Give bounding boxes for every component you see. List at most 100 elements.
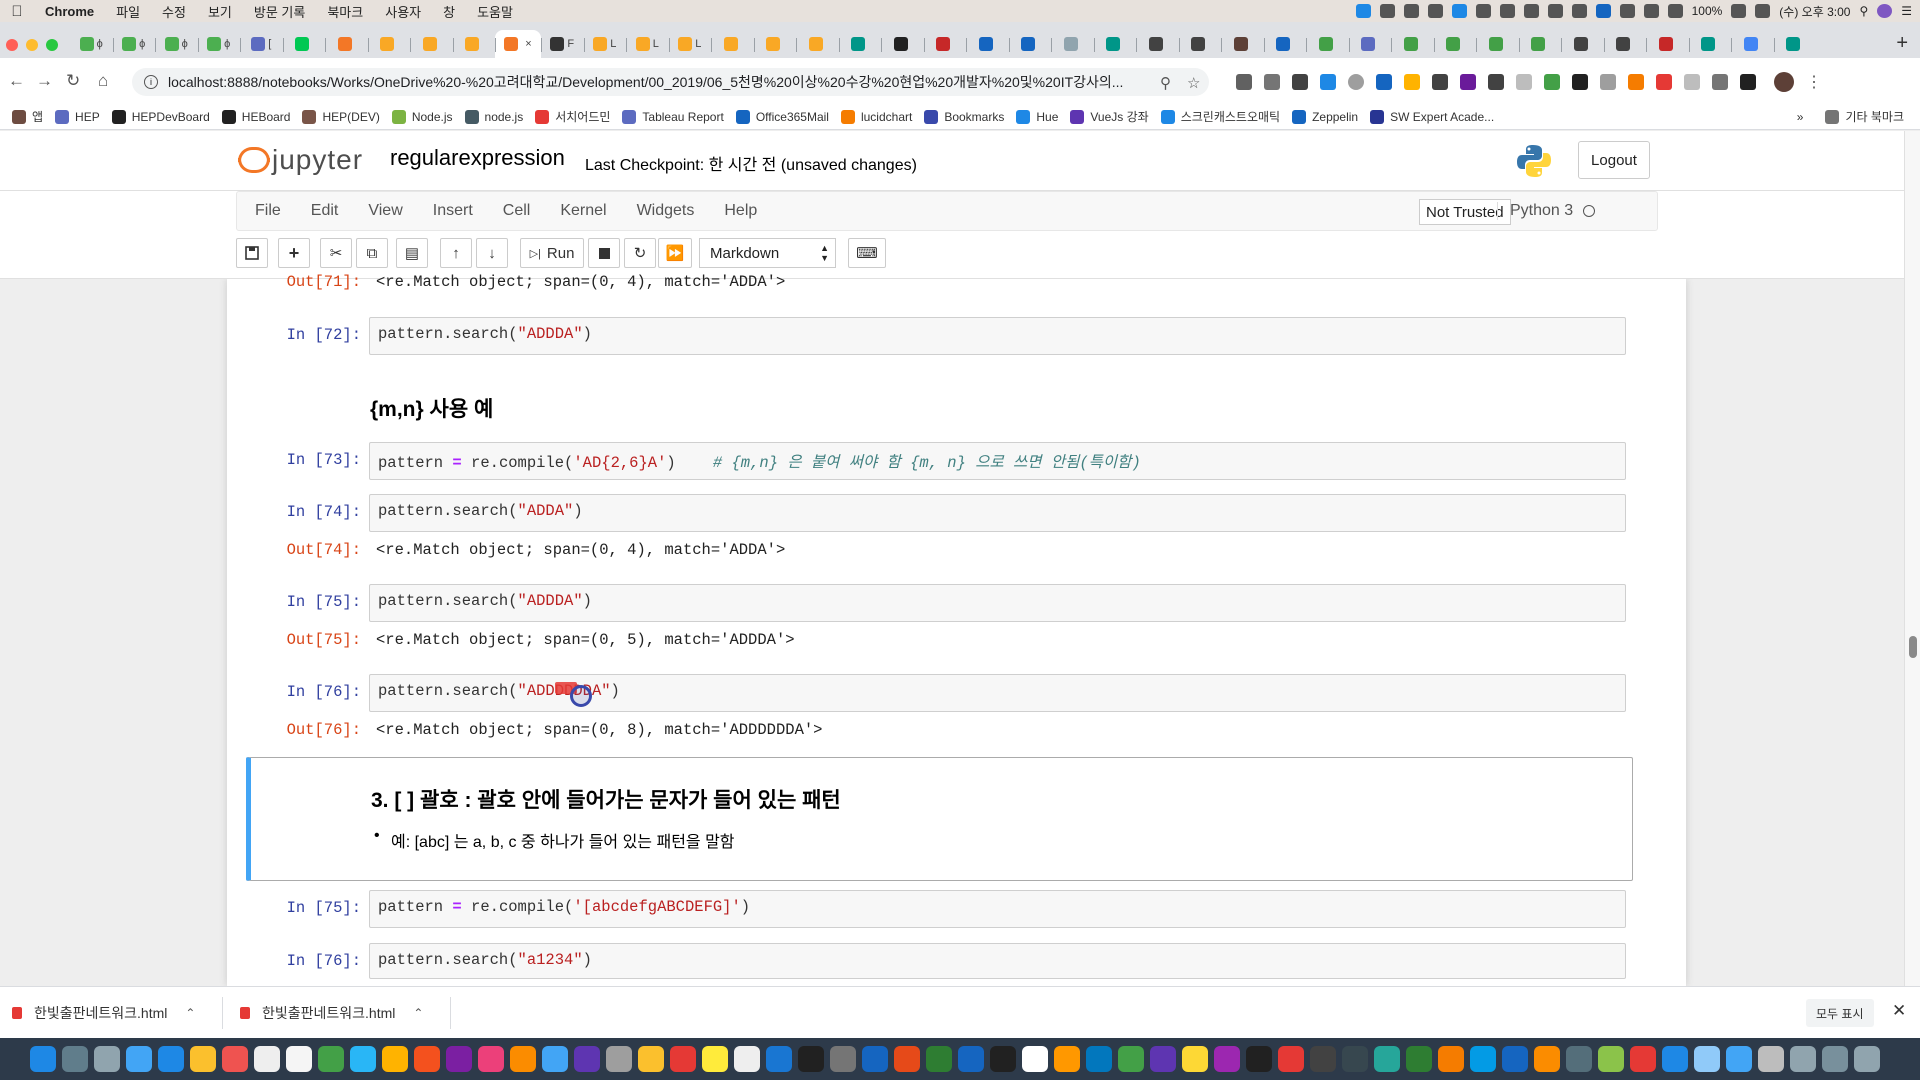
run-button[interactable]: ▷| Run — [520, 238, 584, 268]
bookmark-item[interactable]: 서치어드민 — [535, 108, 610, 125]
browser-tab[interactable] — [1306, 30, 1349, 58]
download-item[interactable]: 한빛출판네트워크.html ⌃ — [12, 1003, 195, 1023]
code-cell[interactable]: pattern = re.compile('[abcdefgABCDEFG]') — [369, 890, 1626, 928]
browser-tab[interactable] — [1518, 30, 1562, 58]
apple-icon[interactable]:  — [0, 3, 34, 20]
bookmark-item[interactable]: Bookmarks — [924, 109, 1004, 124]
status-icon[interactable] — [1523, 4, 1539, 18]
dock-app-icon[interactable] — [1022, 1046, 1048, 1072]
dock-app-icon[interactable] — [126, 1046, 152, 1072]
browser-tab[interactable] — [1646, 30, 1689, 58]
status-icon[interactable] — [1475, 4, 1491, 18]
extension-icon[interactable] — [1320, 74, 1336, 90]
browser-tab[interactable]: L — [583, 30, 627, 58]
browser-tab[interactable] — [753, 30, 797, 58]
browser-tab[interactable]: L — [626, 30, 669, 58]
browser-tab[interactable] — [1773, 30, 1817, 58]
dock-app-icon[interactable] — [1054, 1046, 1080, 1072]
browser-tab[interactable]: ϕ — [70, 30, 113, 58]
reload-icon[interactable]: ↻ — [66, 71, 80, 91]
extension-icon[interactable] — [1404, 74, 1420, 90]
dock-app-icon[interactable] — [382, 1046, 408, 1072]
spotlight-icon[interactable]: ⚲ — [1859, 4, 1868, 18]
dock-app-icon[interactable] — [1470, 1046, 1496, 1072]
dock-app-icon[interactable] — [958, 1046, 984, 1072]
browser-tab[interactable]: L — [668, 30, 712, 58]
browser-tab[interactable]: ϕ — [112, 30, 156, 58]
command-palette-button[interactable]: ⌨ — [848, 238, 886, 268]
dock-app-icon[interactable] — [670, 1046, 696, 1072]
address-bar[interactable]: i localhost:8888/notebooks/Works/OneDriv… — [132, 68, 1209, 96]
dock-app-icon[interactable] — [862, 1046, 888, 1072]
bookmark-item[interactable]: Office365Mail — [735, 109, 829, 124]
dock-app-icon[interactable] — [990, 1046, 1016, 1072]
battery-icon[interactable] — [1731, 4, 1747, 18]
bookmark-item[interactable]: Hue — [1016, 109, 1058, 124]
dock-app-icon[interactable] — [1854, 1046, 1880, 1072]
dock-app-icon[interactable] — [1534, 1046, 1560, 1072]
battery-percent[interactable]: 100% — [1692, 4, 1723, 18]
bookmark-item[interactable]: Tableau Report — [622, 109, 724, 124]
browser-tab[interactable] — [1178, 30, 1222, 58]
scrollbar-thumb[interactable] — [1909, 636, 1917, 658]
restart-button[interactable]: ↻ — [624, 238, 656, 268]
extension-icon[interactable] — [1348, 74, 1364, 90]
close-tab-icon[interactable]: × — [525, 38, 531, 50]
dock-app-icon[interactable] — [926, 1046, 952, 1072]
status-icon[interactable] — [1379, 4, 1395, 18]
dock-app-icon[interactable] — [1790, 1046, 1816, 1072]
extension-icon[interactable] — [1712, 74, 1728, 90]
menu-item-file[interactable]: File — [237, 202, 296, 220]
cloud-icon[interactable] — [1451, 4, 1467, 18]
cut-button[interactable]: ✂ — [320, 238, 352, 268]
browser-tab[interactable] — [367, 30, 411, 58]
browser-tab[interactable] — [881, 30, 924, 58]
restart-run-all-button[interactable]: ⏩ — [658, 238, 692, 268]
bookmark-item[interactable]: Zeppelin — [1292, 109, 1358, 124]
dock-app-icon[interactable] — [1566, 1046, 1592, 1072]
dock-app-icon[interactable] — [702, 1046, 728, 1072]
logout-button[interactable]: Logout — [1578, 141, 1650, 179]
page-scrollbar[interactable] — [1904, 131, 1920, 986]
insert-cell-button[interactable]: + — [278, 238, 310, 268]
zoom-icon[interactable]: ⚲ — [1160, 74, 1171, 92]
browser-tab[interactable] — [1433, 30, 1477, 58]
save-button[interactable] — [236, 238, 268, 268]
browser-tab[interactable] — [838, 30, 882, 58]
dock-app-icon[interactable] — [638, 1046, 664, 1072]
bookmark-item[interactable]: 스크린캐스트오매틱 — [1160, 108, 1280, 125]
menu-view[interactable]: 보기 — [197, 2, 243, 21]
browser-tab[interactable] — [325, 30, 368, 58]
extension-icon[interactable] — [1292, 74, 1308, 90]
browser-tab[interactable] — [1476, 30, 1519, 58]
extension-icon[interactable] — [1516, 74, 1532, 90]
menu-item-view[interactable]: View — [353, 202, 417, 220]
extension-icon[interactable] — [1600, 74, 1616, 90]
extension-icon[interactable] — [1544, 74, 1560, 90]
browser-tab[interactable]: ϕ — [155, 30, 198, 58]
bookmark-item[interactable]: HEBoard — [221, 109, 290, 124]
close-window-button[interactable] — [6, 39, 18, 51]
markdown-cell-selected[interactable]: 3. [ ] 괄호 : 괄호 안에 들어가는 문자가 들어 있는 패턴 예: [… — [246, 757, 1633, 881]
dock-app-icon[interactable] — [94, 1046, 120, 1072]
dock-app-icon[interactable] — [1694, 1046, 1720, 1072]
jupyter-logo[interactable]: jupyter — [238, 143, 363, 177]
browser-tab[interactable] — [1391, 30, 1434, 58]
dock-app-icon[interactable] — [1630, 1046, 1656, 1072]
minimize-window-button[interactable] — [26, 39, 38, 51]
home-icon[interactable]: ⌂ — [98, 71, 108, 91]
extension-icon[interactable] — [1572, 74, 1588, 90]
wifi-icon[interactable] — [1643, 4, 1659, 18]
menu-help[interactable]: 도움말 — [466, 2, 524, 21]
show-all-downloads-button[interactable]: 모두 표시 — [1806, 999, 1874, 1027]
other-bookmarks-folder[interactable]: 기타 북마크 — [1825, 108, 1904, 125]
dropbox-icon[interactable] — [1355, 4, 1371, 18]
extension-icon[interactable] — [1656, 74, 1672, 90]
dock-app-icon[interactable] — [1662, 1046, 1688, 1072]
dock-app-icon[interactable] — [190, 1046, 216, 1072]
dock-app-icon[interactable] — [350, 1046, 376, 1072]
dock-app-icon[interactable] — [1278, 1046, 1304, 1072]
grid-icon[interactable] — [1595, 4, 1611, 18]
bookmark-item[interactable]: HEP(DEV) — [302, 109, 380, 124]
dock-app-icon[interactable] — [1150, 1046, 1176, 1072]
